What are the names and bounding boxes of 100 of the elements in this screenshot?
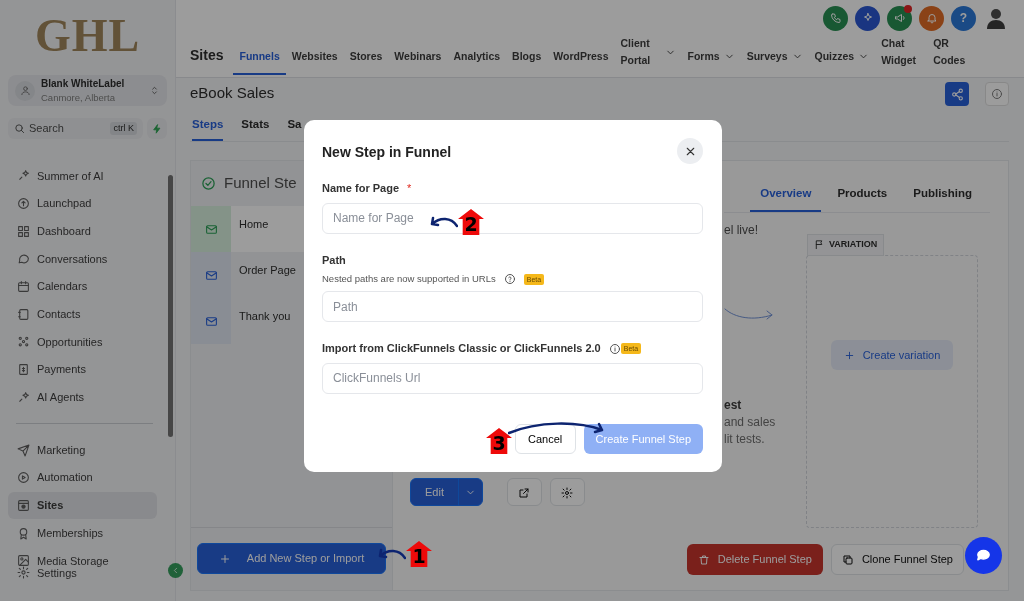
delete-button[interactable]: Delete Funnel Step bbox=[686, 544, 823, 575]
sidebar-item[interactable]: Contacts bbox=[8, 300, 157, 329]
bell-icon bbox=[925, 12, 938, 24]
sidebar-item[interactable]: Conversations bbox=[8, 245, 157, 273]
nav-tab[interactable]: Stores bbox=[343, 39, 389, 75]
nav-tab[interactable]: Forms bbox=[681, 39, 741, 75]
nav-tab[interactable]: QR Codes bbox=[927, 31, 980, 75]
nav-tab[interactable]: Surveys bbox=[740, 39, 809, 75]
settings-button[interactable] bbox=[549, 478, 585, 506]
info-icon bbox=[991, 88, 1003, 100]
sidebar-item[interactable]: Opportunities bbox=[8, 328, 157, 356]
share-button[interactable] bbox=[945, 82, 969, 106]
trash-icon bbox=[697, 553, 710, 566]
sidebar-item[interactable]: Marketing bbox=[8, 436, 157, 464]
sidebar-item[interactable]: Payments bbox=[8, 355, 157, 384]
notifications-button[interactable] bbox=[919, 5, 944, 31]
modal-title: New Step in Funnel bbox=[322, 143, 452, 162]
nav-tab[interactable]: WordPress bbox=[547, 39, 615, 75]
cancel-button[interactable]: Cancel bbox=[514, 423, 576, 454]
announcements-button[interactable] bbox=[887, 5, 912, 31]
plus-icon bbox=[843, 349, 855, 361]
contact-card-icon bbox=[17, 307, 30, 321]
edit-menu-button[interactable] bbox=[457, 478, 483, 506]
phone-button[interactable] bbox=[823, 5, 848, 31]
nav-tab[interactable]: Quizzes bbox=[808, 39, 876, 75]
sidebar-item[interactable]: Media Storage bbox=[8, 554, 157, 567]
sparkle-icon bbox=[17, 390, 30, 404]
sidebar-item[interactable]: Settings bbox=[8, 566, 157, 579]
calendar-icon bbox=[17, 280, 30, 294]
variation-tag: VARIATION bbox=[807, 234, 885, 256]
hint-text: Nested paths are now supported in URLs bbox=[322, 272, 496, 286]
nodes-icon bbox=[17, 335, 30, 349]
play-circle-icon bbox=[17, 471, 30, 485]
required-mark: * bbox=[407, 181, 412, 196]
open-link-button[interactable] bbox=[506, 478, 542, 506]
chevron-updown-icon bbox=[149, 85, 160, 96]
browser-icon bbox=[17, 498, 30, 512]
funnel-tab[interactable]: Stats bbox=[241, 115, 270, 141]
nav-tab[interactable]: Blogs bbox=[506, 39, 548, 75]
curved-arrow-icon bbox=[724, 307, 774, 322]
collapse-button[interactable] bbox=[168, 563, 183, 578]
sidebar-item[interactable]: Summer of AI bbox=[8, 162, 157, 190]
help-button[interactable]: ? bbox=[951, 5, 976, 31]
check-circle-icon bbox=[201, 176, 216, 191]
notice-text: el live! bbox=[724, 223, 758, 237]
description-text: est bbox=[724, 397, 742, 414]
sidebar-item[interactable]: Launchpad bbox=[8, 189, 157, 218]
detail-tab[interactable]: Overview bbox=[750, 184, 822, 212]
info-button[interactable] bbox=[985, 82, 1009, 106]
envelope-icon bbox=[204, 268, 218, 282]
account-switcher[interactable]: Blank WhiteLabel Canmore, Alberta bbox=[8, 75, 167, 106]
sidebar-item[interactable]: Dashboard bbox=[8, 217, 157, 246]
detail-tab[interactable]: Publishing bbox=[903, 184, 982, 212]
create-variation-button[interactable]: Create variation bbox=[830, 340, 954, 370]
field-label: Path bbox=[322, 252, 346, 268]
copy-icon bbox=[841, 553, 854, 566]
close-button[interactable] bbox=[677, 138, 703, 164]
award-icon bbox=[17, 526, 30, 540]
account-name: Blank WhiteLabel bbox=[41, 76, 126, 91]
funnel-tab[interactable]: Steps bbox=[192, 115, 224, 141]
step-name[interactable]: Thank you bbox=[239, 310, 291, 322]
sidebar-item[interactable]: Memberships bbox=[8, 519, 157, 547]
image-icon bbox=[17, 554, 30, 568]
nav-tab[interactable]: Analytics bbox=[447, 39, 507, 75]
step-name[interactable]: Order Page bbox=[239, 264, 296, 276]
chevron-left-icon bbox=[171, 566, 180, 575]
field-label: Name for Page bbox=[322, 181, 400, 196]
detail-tab[interactable]: Products bbox=[827, 184, 898, 212]
quick-action-button[interactable] bbox=[147, 118, 167, 139]
nav-tab[interactable]: Websites bbox=[285, 39, 344, 75]
search-icon bbox=[14, 123, 25, 134]
curved-arrow-icon bbox=[430, 216, 458, 228]
info-icon bbox=[608, 342, 621, 355]
add-step-button[interactable]: Add New Step or Import bbox=[197, 543, 386, 574]
search-field[interactable]: Search ctrl K bbox=[8, 118, 143, 139]
sidebar-item[interactable]: AI Agents bbox=[8, 383, 157, 412]
lightning-icon bbox=[152, 123, 162, 134]
nav-tab[interactable]: Client Portal bbox=[614, 31, 682, 75]
text-input[interactable]: Path bbox=[322, 291, 703, 323]
clone-button[interactable]: Clone Funnel Step bbox=[830, 544, 964, 575]
sidebar-item[interactable]: Calendars bbox=[8, 272, 157, 301]
panel-title: Funnel Ste bbox=[224, 173, 297, 194]
nav-tab[interactable]: Funnels bbox=[233, 39, 286, 75]
funnel-tab[interactable]: Sa bbox=[287, 115, 302, 141]
plus-icon bbox=[218, 552, 231, 565]
nav-tab[interactable]: Webinars bbox=[388, 39, 448, 75]
sidebar-item[interactable]: Sites bbox=[8, 491, 157, 520]
ai-button[interactable] bbox=[855, 5, 880, 31]
step-name[interactable]: Home bbox=[239, 218, 269, 230]
edit-button[interactable]: Edit bbox=[410, 478, 459, 506]
sidebar-item[interactable]: Automation bbox=[8, 463, 157, 492]
text-input[interactable]: ClickFunnels Url bbox=[322, 362, 703, 394]
logo: GHL bbox=[33, 9, 142, 63]
scrollbar[interactable] bbox=[168, 175, 173, 437]
megaphone-icon bbox=[893, 12, 906, 24]
upload-icon bbox=[17, 197, 30, 211]
page-title: Sites bbox=[190, 46, 224, 65]
envelope-icon bbox=[204, 314, 218, 328]
nav-tab[interactable]: Chat Widget bbox=[875, 31, 928, 75]
chat-bubble-icon bbox=[17, 252, 30, 266]
